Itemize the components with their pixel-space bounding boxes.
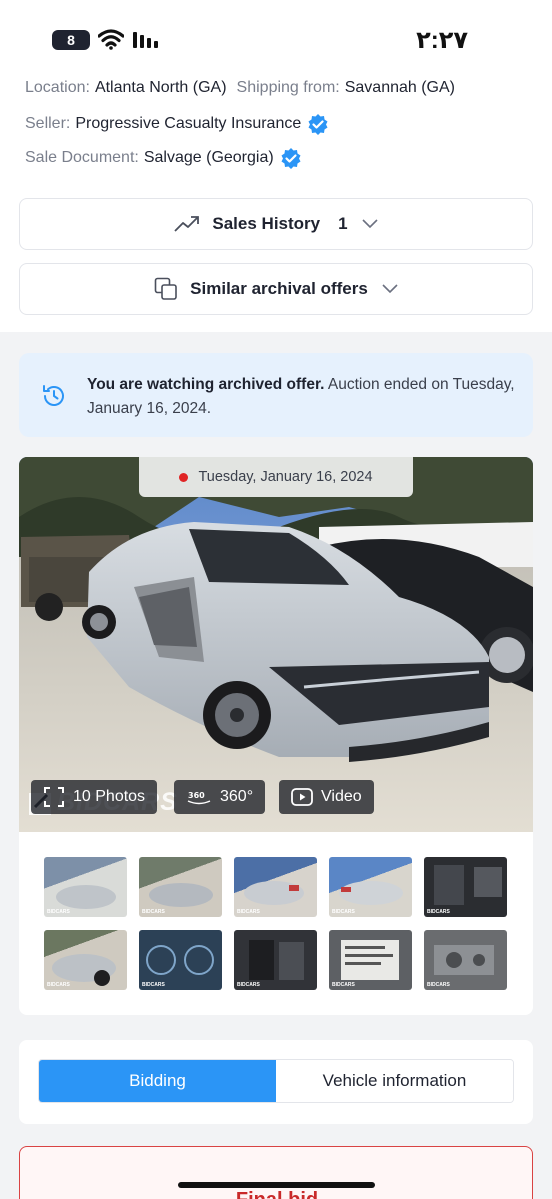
thumbnail-watermark: BIDCARS	[142, 909, 165, 915]
details-tabs: Bidding Vehicle information	[38, 1059, 514, 1103]
thumbnail-watermark: BIDCARS	[47, 909, 70, 915]
archived-notice-text: You are watching archived offer. Auction…	[87, 373, 517, 421]
photo-gallery: Tuesday, January 16, 2024 BIDCARS 10 Pho…	[19, 457, 533, 1015]
details-tabs-card: Bidding Vehicle information	[19, 1040, 533, 1124]
seller-value[interactable]: Progressive Casualty Insurance	[75, 115, 301, 133]
rotate-360-icon: 360	[186, 788, 212, 806]
play-video-icon	[291, 788, 313, 806]
verified-badge-icon	[281, 148, 301, 169]
thumbnail-watermark: BIDCARS	[332, 909, 355, 915]
video-button-label: Video	[321, 788, 362, 805]
status-bar: 8 ٢:٢٧	[0, 0, 552, 72]
similar-offers-accordion[interactable]: Similar archival offers	[19, 263, 533, 315]
video-button[interactable]: Video	[279, 780, 374, 814]
view-360-label: 360°	[220, 788, 254, 805]
sales-history-accordion[interactable]: Sales History 1	[19, 198, 533, 250]
trending-up-icon	[174, 215, 200, 233]
thumbnail-watermark: BIDCARS	[427, 909, 450, 915]
seller-row: Seller: Progressive Casualty Insurance	[25, 113, 329, 135]
thumbnail-watermark: BIDCARS	[332, 982, 355, 988]
seller-label: Seller:	[25, 115, 71, 132]
sale-document-row: Sale Document: Salvage (Georgia)	[25, 147, 302, 169]
photos-button[interactable]: 10 Photos	[31, 780, 158, 814]
main-car-photo[interactable]: Tuesday, January 16, 2024 BIDCARS 10 Pho…	[19, 457, 533, 832]
shipping-value: Savannah (GA)	[344, 79, 455, 96]
sales-history-label: Sales History	[212, 214, 321, 233]
chevron-down-icon	[362, 219, 378, 229]
sale-document-label: Sale Document:	[25, 149, 139, 166]
thumbnail[interactable]: BIDCARS	[234, 930, 317, 990]
archived-notice-bold: You are watching archived offer.	[87, 376, 325, 393]
fullscreen-icon	[43, 786, 65, 808]
tab-vehicle-information[interactable]: Vehicle information	[276, 1060, 513, 1102]
verified-badge-icon	[308, 114, 328, 135]
thumbnail-watermark: BIDCARS	[237, 909, 260, 915]
location-label: Location:	[25, 79, 90, 96]
wifi-icon	[98, 29, 124, 50]
car-photo-image	[19, 457, 533, 832]
thumbnail[interactable]: BIDCARS	[424, 857, 507, 917]
thumbnail[interactable]: BIDCARS	[44, 857, 127, 917]
thumbnail-watermark: BIDCARS	[142, 982, 165, 988]
shipping-label: Shipping from:	[236, 79, 340, 96]
auction-date-chip: Tuesday, January 16, 2024	[139, 457, 413, 497]
home-indicator[interactable]	[178, 1182, 375, 1188]
thumbnail[interactable]: BIDCARS	[329, 857, 412, 917]
thumbnail[interactable]: BIDCARS	[329, 930, 412, 990]
lot-info: Location: Atlanta North (GA) Shipping fr…	[0, 72, 552, 182]
chevron-down-icon	[382, 284, 398, 294]
battery-icon: 8	[52, 30, 90, 50]
thumbnail[interactable]: BIDCARS	[44, 930, 127, 990]
thumbnail[interactable]: BIDCARS	[234, 857, 317, 917]
cellular-signal-icon	[133, 32, 158, 48]
battery-level: 8	[67, 32, 75, 48]
thumbnail[interactable]: BIDCARS	[424, 930, 507, 990]
sales-history-count: 1	[338, 214, 348, 233]
sale-document-value: Salvage (Georgia)	[143, 149, 274, 166]
thumbnail[interactable]: BIDCARS	[139, 857, 222, 917]
location-value: Atlanta North (GA)	[94, 79, 227, 96]
copy-icon	[154, 277, 178, 301]
thumbnail-watermark: BIDCARS	[47, 982, 70, 988]
svg-text:360: 360	[188, 791, 205, 800]
status-time: ٢:٢٧	[416, 27, 468, 54]
thumbnail-watermark: BIDCARS	[237, 982, 260, 988]
history-icon	[43, 385, 64, 406]
auction-date: Tuesday, January 16, 2024	[198, 469, 373, 485]
final-bid-card: Final bid	[19, 1146, 533, 1199]
similar-offers-label: Similar archival offers	[190, 279, 368, 298]
photos-button-label: 10 Photos	[73, 788, 146, 805]
status-dot	[179, 472, 189, 482]
thumbnail[interactable]: BIDCARS	[139, 930, 222, 990]
location-row: Location: Atlanta North (GA) Shipping fr…	[25, 79, 455, 97]
tab-bidding[interactable]: Bidding	[39, 1060, 276, 1102]
final-bid-title: Final bid	[20, 1189, 534, 1199]
thumbnail-watermark: BIDCARS	[427, 982, 450, 988]
view-360-button[interactable]: 360 360°	[174, 780, 266, 814]
archived-offer-notice: You are watching archived offer. Auction…	[19, 353, 533, 437]
